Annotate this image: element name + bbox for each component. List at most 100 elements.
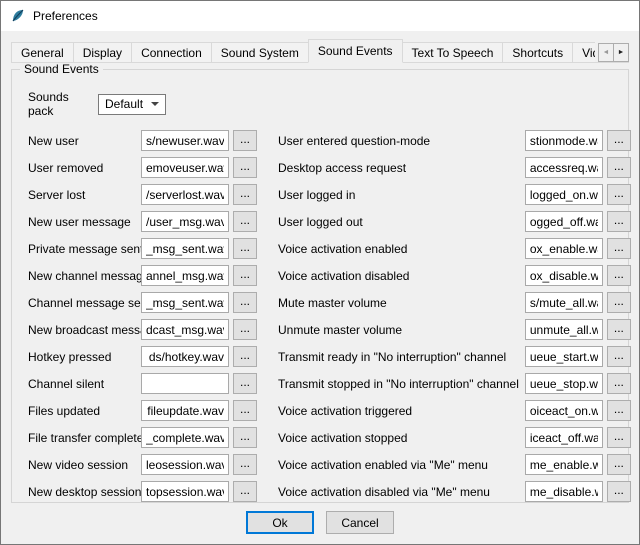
sound-file-input[interactable] <box>525 292 603 313</box>
browse-button[interactable]: ... <box>233 346 257 367</box>
sound-file-input[interactable] <box>141 454 229 475</box>
sound-file-input[interactable] <box>525 454 603 475</box>
sound-event-row: New channel message ... <box>28 265 278 286</box>
sound-file-input[interactable] <box>525 130 603 151</box>
browse-button[interactable]: ... <box>607 238 631 259</box>
app-logo-icon <box>10 8 26 24</box>
window-title: Preferences <box>33 9 98 23</box>
sound-event-row: Files updated ... <box>28 400 278 421</box>
sound-file-input[interactable] <box>141 481 229 502</box>
sound-event-row: New video session ... <box>28 454 278 475</box>
tab-general[interactable]: General <box>11 42 74 63</box>
tab-video[interactable]: Video <box>572 42 595 63</box>
sound-event-label: New channel message <box>28 269 141 283</box>
sound-file-input[interactable] <box>141 238 229 259</box>
ok-button[interactable]: Ok <box>246 511 314 534</box>
sound-file-input[interactable] <box>525 319 603 340</box>
tab-scroll-right-button[interactable]: ► <box>613 43 629 62</box>
browse-button[interactable]: ... <box>607 373 631 394</box>
sounds-pack-dropdown[interactable]: Default <box>98 94 166 115</box>
browse-button[interactable]: ... <box>607 292 631 313</box>
sound-event-label: User removed <box>28 161 141 175</box>
sound-file-input[interactable] <box>141 157 229 178</box>
browse-button[interactable]: ... <box>233 400 257 421</box>
browse-button[interactable]: ... <box>607 211 631 232</box>
scroll-left-icon: ◄ <box>603 49 610 56</box>
sound-event-row: Server lost ... <box>28 184 278 205</box>
sound-event-row: Desktop access request ... <box>278 157 631 178</box>
sound-events-group: Sound Events Sounds pack Default New use… <box>11 69 629 503</box>
browse-button[interactable]: ... <box>233 184 257 205</box>
sound-event-label: Voice activation disabled via "Me" menu <box>278 485 525 499</box>
sound-event-row: New user message ... <box>28 211 278 232</box>
sound-file-input[interactable] <box>525 481 603 502</box>
sound-file-input[interactable] <box>141 265 229 286</box>
sound-event-label: Files updated <box>28 404 141 418</box>
browse-button[interactable]: ... <box>607 130 631 151</box>
sound-event-row: File transfer complete ... <box>28 427 278 448</box>
sound-event-label: User logged out <box>278 215 525 229</box>
sound-file-input[interactable] <box>141 400 229 421</box>
browse-button[interactable]: ... <box>233 292 257 313</box>
sound-event-label: Unmute master volume <box>278 323 525 337</box>
browse-button[interactable]: ... <box>233 130 257 151</box>
tab-sound-events[interactable]: Sound Events <box>308 39 403 63</box>
sounds-pack-value: Default <box>105 97 143 111</box>
sound-file-input[interactable] <box>525 265 603 286</box>
browse-button[interactable]: ... <box>233 211 257 232</box>
sound-file-input[interactable] <box>525 346 603 367</box>
sound-event-row: Private message sent ... <box>28 238 278 259</box>
browse-button[interactable]: ... <box>233 319 257 340</box>
browse-button[interactable]: ... <box>607 481 631 502</box>
sound-file-input[interactable] <box>141 427 229 448</box>
sound-file-input[interactable] <box>141 292 229 313</box>
sound-event-row: User removed ... <box>28 157 278 178</box>
group-title: Sound Events <box>20 62 103 76</box>
browse-button[interactable]: ... <box>233 265 257 286</box>
sound-file-input[interactable] <box>141 130 229 151</box>
sound-file-input[interactable] <box>525 400 603 421</box>
browse-button[interactable]: ... <box>607 400 631 421</box>
sound-file-input[interactable] <box>525 238 603 259</box>
sound-file-input[interactable] <box>525 373 603 394</box>
browse-button[interactable]: ... <box>607 427 631 448</box>
tab-sound-system[interactable]: Sound System <box>211 42 309 63</box>
sound-file-input[interactable] <box>141 184 229 205</box>
sound-file-input[interactable] <box>141 211 229 232</box>
tab-scroll-left-button[interactable]: ◄ <box>598 43 614 62</box>
browse-button[interactable]: ... <box>607 184 631 205</box>
sound-file-input[interactable] <box>525 184 603 205</box>
browse-button[interactable]: ... <box>233 157 257 178</box>
tab-display[interactable]: Display <box>73 42 132 63</box>
tab-shortcuts[interactable]: Shortcuts <box>502 42 573 63</box>
tab-connection[interactable]: Connection <box>131 42 212 63</box>
sounds-pack-label: Sounds pack <box>28 90 94 118</box>
browse-button[interactable]: ... <box>607 454 631 475</box>
dialog-body: GeneralDisplayConnectionSound SystemSoun… <box>1 31 639 544</box>
sound-file-input[interactable] <box>141 346 229 367</box>
browse-button[interactable]: ... <box>233 238 257 259</box>
sound-event-label: New broadcast message <box>28 323 141 337</box>
cancel-button[interactable]: Cancel <box>326 511 394 534</box>
sound-event-label: New user <box>28 134 141 148</box>
sound-file-input[interactable] <box>525 157 603 178</box>
sound-event-label: Voice activation stopped <box>278 431 525 445</box>
sound-file-input[interactable] <box>525 427 603 448</box>
browse-button[interactable]: ... <box>233 373 257 394</box>
browse-button[interactable]: ... <box>233 454 257 475</box>
browse-button[interactable]: ... <box>233 427 257 448</box>
browse-button[interactable]: ... <box>607 157 631 178</box>
tab-text-to-speech[interactable]: Text To Speech <box>402 42 504 63</box>
dialog-footer: Ok Cancel <box>11 511 629 534</box>
sound-event-row: User entered question-mode ... <box>278 130 631 151</box>
sound-event-row: Voice activation stopped ... <box>278 427 631 448</box>
browse-button[interactable]: ... <box>607 319 631 340</box>
browse-button[interactable]: ... <box>607 346 631 367</box>
browse-button[interactable]: ... <box>607 265 631 286</box>
sound-event-label: Hotkey pressed <box>28 350 141 364</box>
browse-button[interactable]: ... <box>233 481 257 502</box>
sound-file-input[interactable] <box>525 211 603 232</box>
sound-file-input[interactable] <box>141 319 229 340</box>
sound-file-input[interactable] <box>141 373 229 394</box>
sound-event-row: User logged in ... <box>278 184 631 205</box>
